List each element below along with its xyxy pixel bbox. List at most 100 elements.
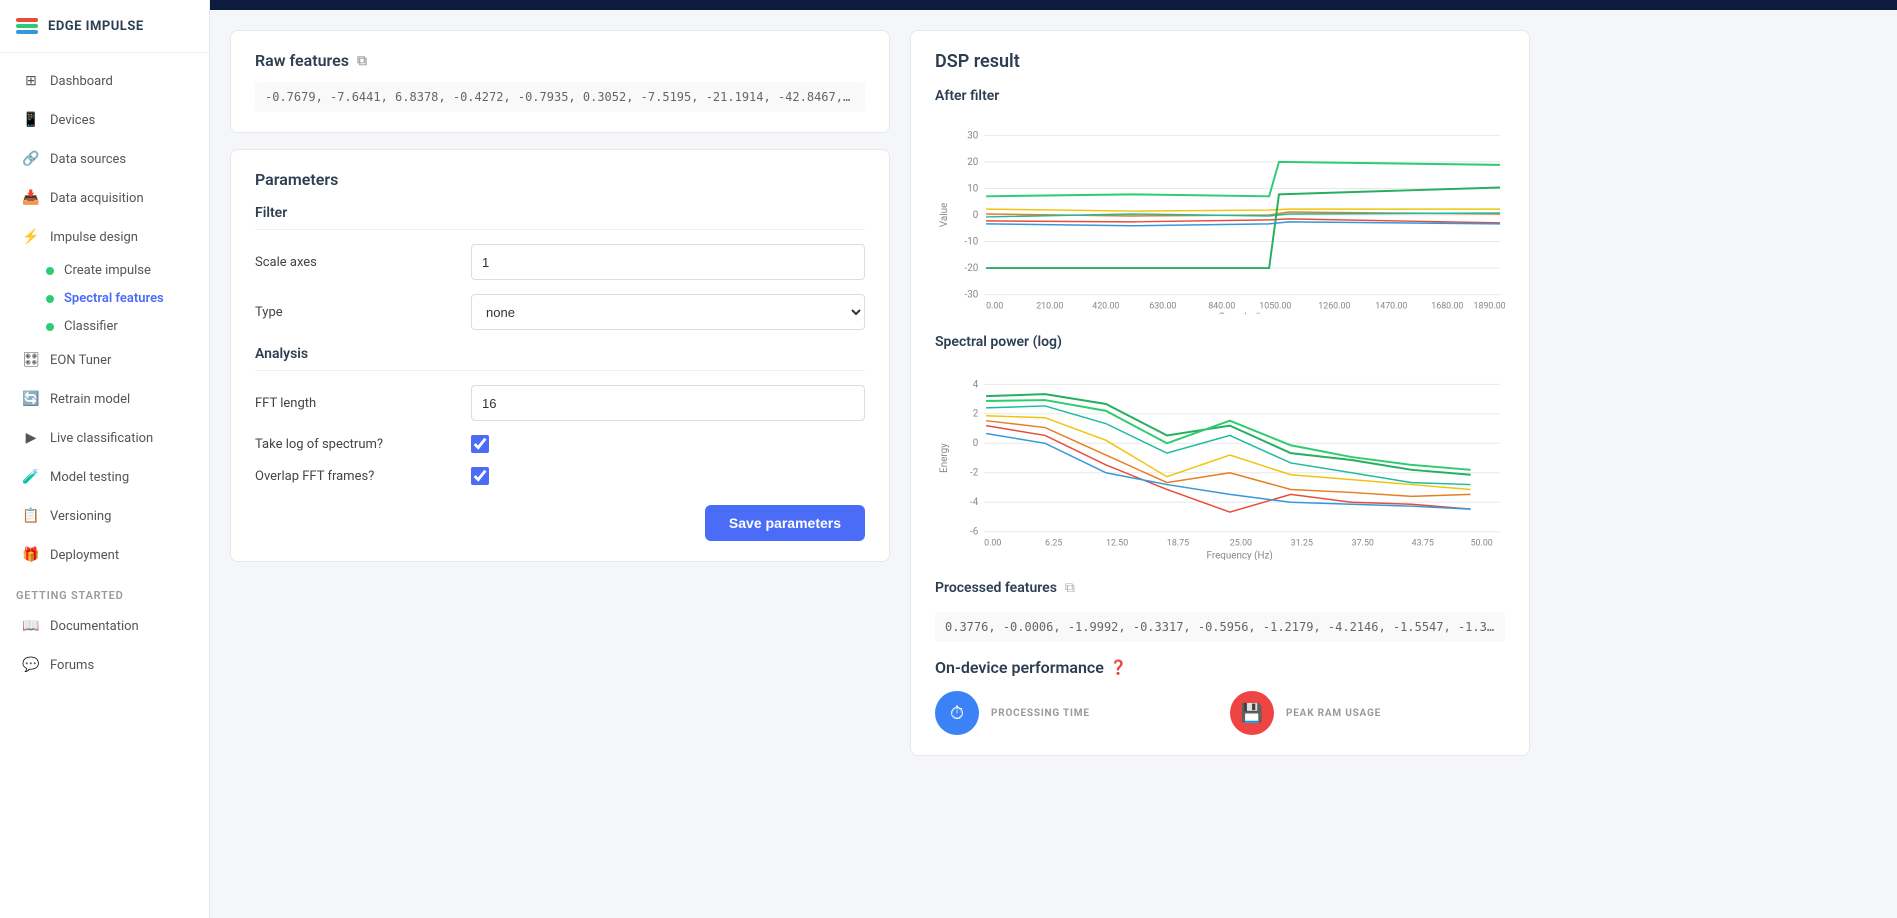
help-icon[interactable]: ❓ [1110, 660, 1127, 676]
svg-text:50.00: 50.00 [1471, 539, 1493, 549]
parameters-title: Parameters [255, 170, 865, 189]
sidebar-item-versioning[interactable]: 📋 Versioning [6, 497, 203, 535]
svg-text:Value: Value [939, 203, 950, 227]
sidebar-item-label: Documentation [50, 619, 139, 634]
sidebar-item-dashboard[interactable]: ⊞ Dashboard [6, 62, 203, 100]
svg-text:-2: -2 [970, 468, 979, 479]
fft-length-row: FFT length [255, 385, 865, 421]
sidebar-item-devices[interactable]: 📱 Devices [6, 101, 203, 139]
sidebar-item-label: Classifier [64, 319, 118, 334]
processed-features-row: Processed features ⧉ [935, 580, 1505, 596]
svg-text:1260.00: 1260.00 [1318, 301, 1350, 311]
after-filter-chart: 30 20 10 0 -10 -20 -30 Value 0.00 210.00… [935, 114, 1505, 314]
svg-text:37.50: 37.50 [1352, 539, 1374, 549]
sidebar-item-retrain-model[interactable]: 🔄 Retrain model [6, 380, 203, 418]
sidebar-item-impulse-design[interactable]: ⚡ Impulse design [6, 218, 203, 256]
processed-features-value: 0.3776, -0.0006, -1.9992, -0.3317, -0.59… [935, 612, 1505, 642]
retrain-model-icon: 🔄 [22, 390, 40, 408]
processed-features-title: Processed features [935, 580, 1057, 596]
overlap-fft-checkbox-wrapper [471, 467, 489, 485]
svg-text:18.75: 18.75 [1167, 539, 1189, 549]
dashboard-icon: ⊞ [22, 72, 40, 90]
app-name: EDGE IMPULSE [48, 19, 144, 34]
on-device-label: On-device performance [935, 658, 1104, 677]
spectral-power-chart: 4 2 0 -2 -4 -6 Energy 0.00 6.25 12.50 18… [935, 360, 1505, 560]
devices-icon: 📱 [22, 111, 40, 129]
spectral-features-dot [46, 295, 54, 303]
scale-axes-row: Scale axes [255, 244, 865, 280]
logo-icon [16, 18, 38, 34]
analysis-section-label: Analysis [255, 346, 865, 371]
take-log-label: Take log of spectrum? [255, 437, 455, 452]
svg-text:1050.00: 1050.00 [1259, 301, 1291, 311]
save-parameters-button[interactable]: Save parameters [705, 505, 865, 541]
svg-text:1680.00: 1680.00 [1431, 301, 1463, 311]
svg-text:-30: -30 [964, 290, 978, 301]
sidebar-item-eon-tuner[interactable]: 🎛 EON Tuner [6, 341, 203, 379]
svg-text:20: 20 [967, 157, 978, 168]
fft-length-label: FFT length [255, 396, 455, 411]
sidebar-item-live-classification[interactable]: ▶ Live classification [6, 419, 203, 457]
type-select[interactable]: none low high bandpass [471, 294, 865, 330]
copy-raw-features-icon[interactable]: ⧉ [357, 53, 367, 69]
logo-bar-blue [16, 30, 38, 34]
sidebar-item-data-sources[interactable]: 🔗 Data sources [6, 140, 203, 178]
sidebar-item-documentation[interactable]: 📖 Documentation [6, 607, 203, 645]
data-acquisition-icon: 📥 [22, 189, 40, 207]
sidebar-item-model-testing[interactable]: 🧪 Model testing [6, 458, 203, 496]
sidebar-item-label: Live classification [50, 431, 153, 446]
overlap-fft-checkbox[interactable] [471, 467, 489, 485]
svg-text:-10: -10 [964, 236, 978, 247]
svg-text:10: 10 [967, 183, 978, 194]
overlap-fft-row: Overlap FFT frames? [255, 467, 865, 485]
sidebar-item-forums[interactable]: 💬 Forums [6, 646, 203, 684]
raw-features-title: Raw features [255, 51, 349, 70]
filter-section-label: Filter [255, 205, 865, 230]
svg-text:25.00: 25.00 [1230, 539, 1252, 549]
overlap-fft-label: Overlap FFT frames? [255, 469, 455, 484]
impulse-design-icon: ⚡ [22, 228, 40, 246]
sidebar-item-label: Deployment [50, 548, 119, 563]
svg-text:31.25: 31.25 [1291, 539, 1313, 549]
after-filter-title: After filter [935, 88, 1505, 104]
sidebar-item-label: Impulse design [50, 230, 138, 245]
sidebar-item-label: Dashboard [50, 74, 113, 89]
fft-length-input[interactable] [471, 385, 865, 421]
raw-features-title-row: Raw features ⧉ [255, 51, 865, 70]
deployment-icon: 🎁 [22, 546, 40, 564]
sidebar-item-data-acquisition[interactable]: 📥 Data acquisition [6, 179, 203, 217]
documentation-icon: 📖 [22, 617, 40, 635]
raw-features-card: Raw features ⧉ -0.7679, -7.6441, 6.8378,… [230, 30, 890, 133]
svg-text:0: 0 [973, 210, 979, 221]
sidebar-item-label: EON Tuner [50, 353, 111, 368]
take-log-checkbox-wrapper [471, 435, 489, 453]
svg-text:2: 2 [973, 409, 979, 420]
sidebar-item-create-impulse[interactable]: Create impulse [38, 257, 203, 284]
copy-processed-features-icon[interactable]: ⧉ [1065, 580, 1075, 596]
take-log-checkbox[interactable] [471, 435, 489, 453]
sidebar-item-classifier[interactable]: Classifier [38, 313, 203, 340]
svg-text:210.00: 210.00 [1036, 301, 1063, 311]
svg-text:6.25: 6.25 [1045, 539, 1062, 549]
scale-axes-input[interactable] [471, 244, 865, 280]
svg-text:1890.00: 1890.00 [1474, 301, 1505, 311]
type-label: Type [255, 305, 455, 320]
sidebar-item-label: Data sources [50, 152, 126, 167]
peak-ram-icon: 💾 [1230, 691, 1274, 735]
sidebar-item-label: Create impulse [64, 263, 151, 278]
svg-text:1470.00: 1470.00 [1375, 301, 1407, 311]
svg-text:-20: -20 [964, 263, 978, 274]
logo-area: EDGE IMPULSE [0, 0, 209, 53]
svg-text:630.00: 630.00 [1149, 301, 1176, 311]
processing-time-label: PROCESSING TIME [991, 708, 1090, 719]
scale-axes-label: Scale axes [255, 255, 455, 270]
sidebar-item-spectral-features[interactable]: Spectral features [38, 285, 203, 312]
peak-ram-item: 💾 PEAK RAM USAGE [1230, 691, 1505, 735]
svg-text:-4: -4 [970, 497, 979, 508]
classifier-dot [46, 323, 54, 331]
svg-text:420.00: 420.00 [1092, 301, 1119, 311]
sidebar-item-deployment[interactable]: 🎁 Deployment [6, 536, 203, 574]
peak-ram-label: PEAK RAM USAGE [1286, 708, 1381, 719]
svg-text:Energy: Energy [939, 443, 950, 473]
sidebar-item-label: Versioning [50, 509, 111, 524]
